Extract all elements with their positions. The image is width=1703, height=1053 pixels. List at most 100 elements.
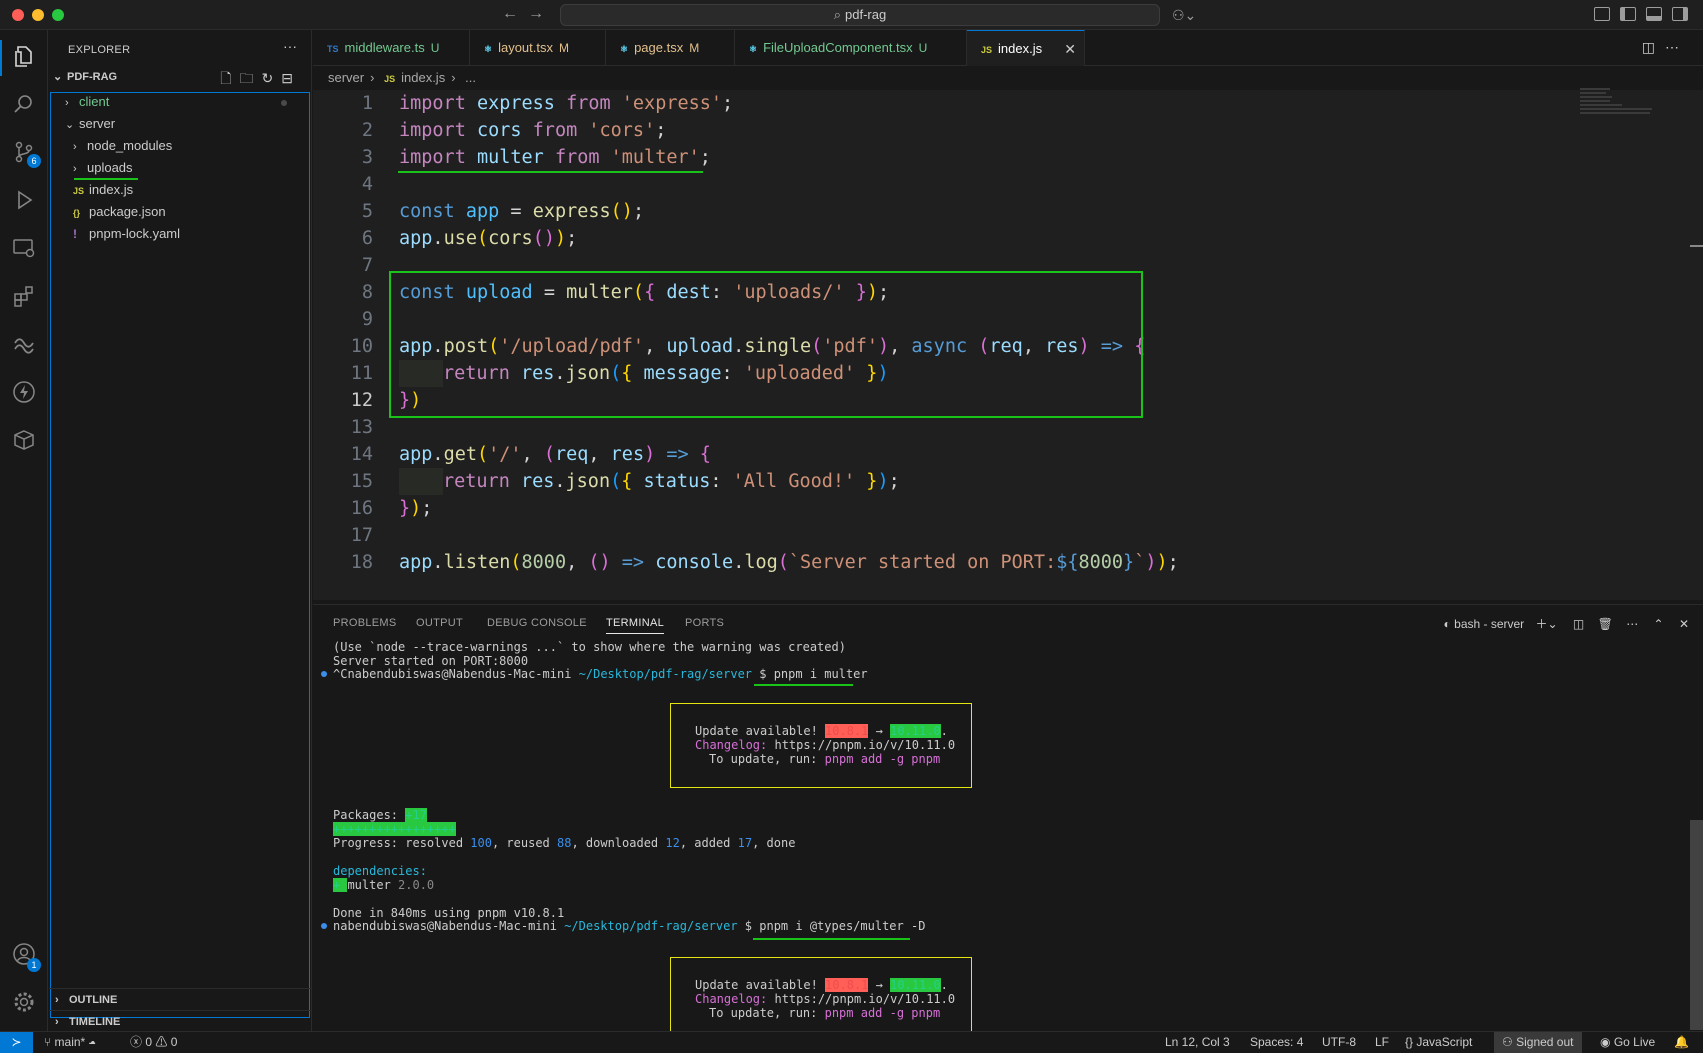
remote-indicator-icon[interactable]: ≻ [0, 1032, 33, 1053]
zoom-window-button[interactable] [52, 9, 64, 21]
tab-layout-tsx[interactable]: ⚛ layout.tsx M [470, 30, 606, 66]
tab-problems[interactable]: PROBLEMS [333, 617, 397, 629]
js-file-icon: JS [981, 45, 993, 55]
tab-fileuploadcomponent-tsx[interactable]: ⚛ FileUploadComponent.tsx U [735, 30, 967, 66]
tree-item-pnpm-lock[interactable]: ! pnpm-lock.yaml [73, 223, 180, 245]
toggle-secondary-sidebar-icon[interactable] [1672, 7, 1688, 21]
tree-item-uploads[interactable]: › uploads [73, 157, 133, 179]
breadcrumb: server › JS index.js › ... [328, 70, 482, 90]
new-file-icon[interactable]: 🗋 [220, 70, 239, 86]
cursor-position[interactable]: Ln 12, Col 3 [1165, 1032, 1230, 1053]
bell-icon[interactable]: 🔔 [1674, 1032, 1689, 1053]
tailwind-icon[interactable] [12, 332, 36, 356]
tab-debug-console[interactable]: DEBUG CONSOLE [487, 617, 587, 629]
chevron-right-icon: › [73, 141, 77, 153]
tree-item-server[interactable]: ⌄ server [65, 113, 115, 135]
extensions-icon[interactable] [12, 284, 36, 308]
new-terminal-icon[interactable]: ＋⌄ [1536, 617, 1558, 631]
customize-layout-icon[interactable] [1594, 7, 1610, 21]
encoding[interactable]: UTF-8 [1322, 1032, 1356, 1053]
gear-icon[interactable] [12, 990, 36, 1014]
maximize-panel-icon[interactable]: ⌃ [1654, 617, 1664, 631]
language-mode[interactable]: {} JavaScript [1405, 1032, 1472, 1053]
copilot-icon: ⚇ [1502, 1035, 1513, 1049]
js-file-icon: JS [73, 186, 85, 196]
chevron-right-icon: › [65, 97, 69, 109]
more-actions-icon[interactable]: ··· [283, 38, 297, 54]
outline-section[interactable]: › OUTLINE [55, 994, 117, 1006]
tab-output[interactable]: OUTPUT [416, 617, 463, 629]
changelog-line: Changelog: https://pnpm.io/v/10.11.0 [695, 738, 956, 752]
toggle-primary-sidebar-icon[interactable] [1620, 7, 1636, 21]
braces-icon: {} [1405, 1035, 1414, 1049]
command-annotation-underline [754, 684, 853, 686]
close-window-button[interactable] [12, 9, 24, 21]
split-terminal-icon[interactable]: ◫ [1573, 617, 1584, 631]
explorer-icon[interactable] [12, 44, 36, 68]
done-line: Done in 840ms using pnpm v10.8.1 [333, 906, 565, 920]
import-annotation-underline [398, 171, 703, 173]
end-of-line[interactable]: LF [1375, 1032, 1389, 1053]
copilot-icon[interactable]: ⚇⌄ [1172, 7, 1196, 24]
toggle-panel-icon[interactable] [1646, 7, 1662, 21]
search-icon[interactable] [12, 92, 36, 116]
chevron-right-icon: › [451, 70, 456, 85]
terminal-line: Server started on PORT:8000 [333, 654, 529, 668]
timeline-section[interactable]: › TIMELINE [55, 1016, 120, 1028]
terminal-scrollbar[interactable] [1690, 820, 1703, 1030]
problems-indicator[interactable]: ⓧ 0 ⚠ 0 [130, 1032, 177, 1053]
js-file-icon: JS [384, 74, 396, 84]
thunder-client-icon[interactable] [12, 380, 36, 404]
close-panel-icon[interactable]: ✕ [1679, 617, 1689, 631]
go-live-button[interactable]: ◉ Go Live [1600, 1032, 1655, 1053]
remote-explorer-icon[interactable] [12, 236, 36, 260]
new-folder-icon[interactable]: 🗀 [240, 70, 262, 86]
tab-terminal[interactable]: TERMINAL [606, 617, 665, 634]
editor-actions: ◫⋯ [1642, 39, 1689, 56]
project-header[interactable]: ⌄ PDF-RAG [53, 70, 117, 83]
terminal-shell-selector[interactable]: bash - server [1454, 617, 1524, 631]
terminal-prompt: nabendubiswas@Nabendus-Mac-mini ~/Deskto… [333, 919, 926, 933]
tab-page-tsx[interactable]: ⚛ page.tsx M [606, 30, 735, 66]
minimap[interactable] [1580, 88, 1655, 128]
title-bar: ← → ⌕ pdf-rag ⚇⌄ [0, 0, 1703, 30]
tree-item-node-modules[interactable]: › node_modules [73, 135, 172, 157]
copilot-status[interactable]: ⚇ Signed out [1494, 1032, 1582, 1053]
code-editor[interactable]: 1 import express from 'express'; 2 import … [313, 90, 1703, 600]
tree-item-index-js[interactable]: JS index.js [73, 179, 133, 201]
yaml-file-icon: ! [73, 227, 77, 241]
minimize-window-button[interactable] [32, 9, 44, 21]
command-center[interactable]: ⌕ pdf-rag [560, 4, 1160, 26]
breadcrumb-file[interactable]: index.js [401, 70, 445, 85]
chevron-right-icon: › [370, 70, 375, 85]
close-icon[interactable]: ✕ [1064, 31, 1076, 67]
tree-item-client[interactable]: › client [65, 91, 305, 113]
refresh-icon[interactable]: ↻ [262, 70, 282, 86]
more-actions-icon[interactable]: ⋯ [1665, 39, 1689, 55]
tab-middleware-ts[interactable]: TS middleware.ts U [313, 30, 470, 66]
terminal-line: (Use `node --trace-warnings ...` to show… [333, 640, 846, 654]
run-debug-icon[interactable] [12, 188, 36, 212]
tab-ports[interactable]: PORTS [685, 617, 724, 629]
active-indicator [0, 40, 2, 76]
tree-item-package-json[interactable]: {} package.json [73, 201, 166, 223]
collapse-all-icon[interactable]: ⊟ [281, 70, 301, 86]
command-decoration [321, 671, 327, 677]
indentation[interactable]: Spaces: 4 [1250, 1032, 1303, 1053]
chevron-right-icon: › [55, 1016, 59, 1028]
breadcrumb-folder[interactable]: server [328, 70, 364, 85]
chevron-right-icon: › [73, 163, 77, 175]
containers-icon[interactable] [12, 428, 36, 452]
tab-index-js[interactable]: JS index.js ✕ [967, 30, 1085, 66]
more-actions-icon[interactable]: ⋯ [1626, 617, 1638, 631]
forward-arrow-icon[interactable]: → [528, 5, 544, 23]
react-icon: ⚛ [484, 44, 493, 54]
breadcrumb-symbols[interactable]: ... [465, 70, 476, 85]
error-icon: ⓧ [130, 1035, 143, 1049]
back-arrow-icon[interactable]: ← [502, 5, 518, 23]
scrollbar-indicator[interactable] [1690, 245, 1703, 247]
status-bar: ≻ ⑂ main* ☁ ⓧ 0 ⚠ 0 Ln 12, Col 3 Spaces:… [0, 1031, 1703, 1053]
branch-indicator[interactable]: ⑂ main* ☁ [44, 1032, 96, 1053]
split-editor-icon[interactable]: ◫ [1642, 39, 1665, 55]
trash-icon[interactable]: 🗑 [1598, 617, 1613, 631]
